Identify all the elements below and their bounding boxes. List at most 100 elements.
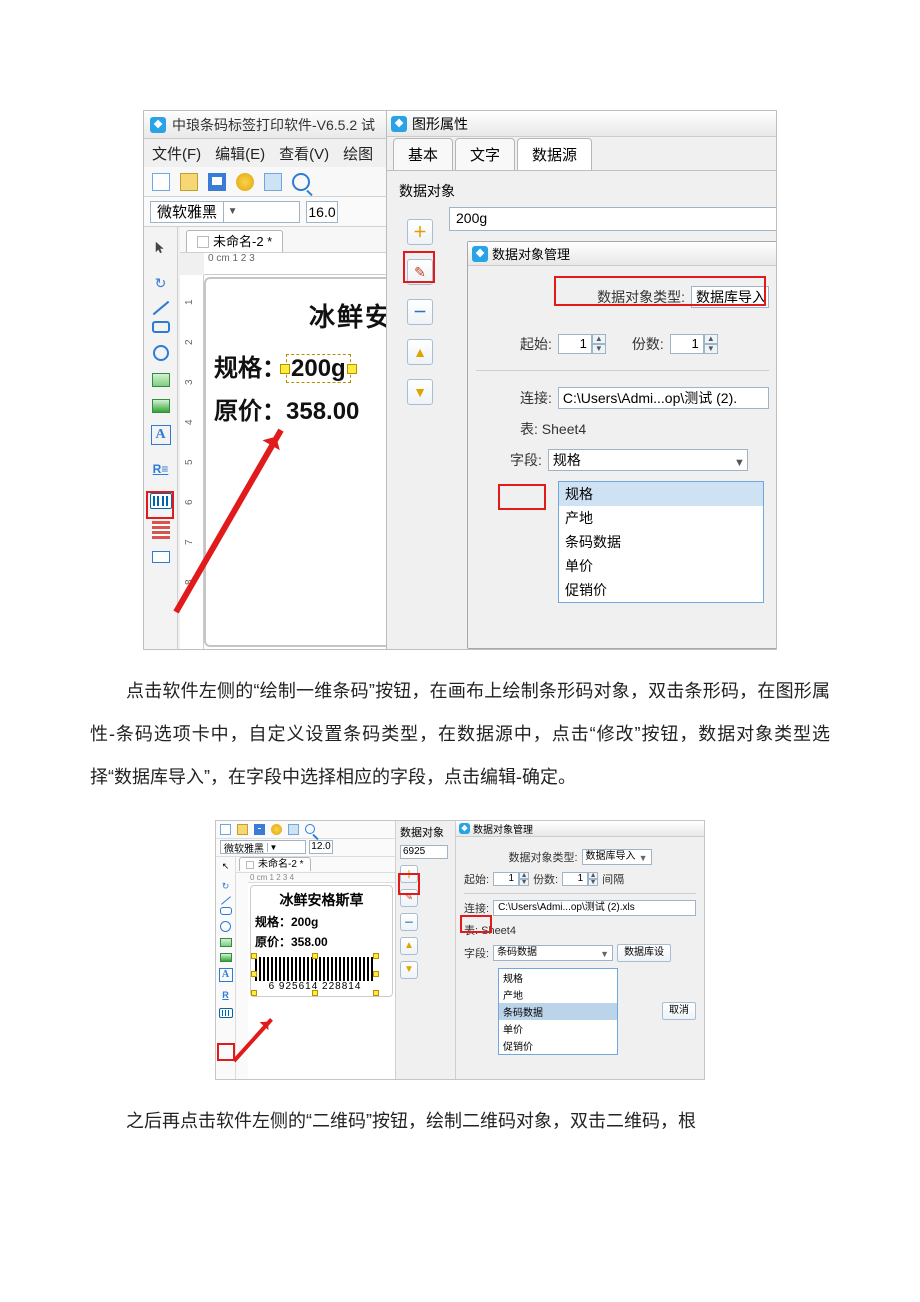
field-label: 字段:: [464, 945, 489, 961]
text-tool-icon[interactable]: A: [219, 968, 233, 982]
database-settings-button[interactable]: 数据库设: [617, 944, 671, 962]
zoom-icon[interactable]: [305, 824, 315, 834]
ellipse-tool-icon[interactable]: [220, 921, 231, 932]
select-tool-icon[interactable]: ↖: [219, 860, 233, 874]
field-option[interactable]: 条码数据: [559, 530, 763, 554]
select-tool-icon[interactable]: [149, 235, 173, 259]
line-tool-icon[interactable]: [221, 896, 231, 904]
menu-file[interactable]: 文件(F): [152, 143, 201, 164]
ds-header: 数据对象: [399, 181, 764, 201]
start-spinner[interactable]: 1▲▼: [558, 334, 606, 354]
price-label: 原价：: [214, 398, 286, 425]
font-name-combo[interactable]: 微软雅黑 ▼: [150, 201, 300, 223]
tab-basic[interactable]: 基本: [393, 138, 453, 170]
field-option[interactable]: 规格: [499, 969, 617, 986]
type-value[interactable]: 数据库导入: [691, 286, 769, 308]
image-tool-icon[interactable]: [152, 373, 170, 387]
add-button[interactable]: ＋: [407, 219, 433, 245]
menu-view[interactable]: 查看(V): [279, 143, 329, 164]
image-db-tool-icon[interactable]: [220, 953, 232, 962]
field-option[interactable]: 促销价: [559, 578, 763, 602]
settings-icon[interactable]: [271, 824, 282, 835]
richtext-tool-icon[interactable]: R: [219, 988, 233, 1002]
field-combo[interactable]: 条码数据▼: [493, 945, 613, 961]
pan-tool-icon[interactable]: ↻: [149, 271, 173, 295]
field-option[interactable]: 规格: [559, 482, 763, 506]
copies-spinner[interactable]: 1▲▼: [562, 872, 598, 886]
field-option[interactable]: 促销价: [499, 1037, 617, 1054]
type-combo[interactable]: 数据库导入▼: [582, 849, 652, 865]
field-option[interactable]: 单价: [499, 1020, 617, 1037]
richtext-tool-icon[interactable]: R≡: [149, 457, 173, 481]
edit-button[interactable]: ✎: [400, 889, 418, 907]
print-icon[interactable]: [264, 173, 282, 191]
field-option[interactable]: 产地: [499, 986, 617, 1003]
remove-button[interactable]: －: [400, 913, 418, 931]
spec-value-selected[interactable]: 200g: [286, 354, 351, 383]
copies-spinner[interactable]: 1▲▼: [670, 334, 718, 354]
new-icon[interactable]: [152, 173, 170, 191]
move-up-button[interactable]: ▲: [400, 937, 418, 955]
move-down-button[interactable]: ▼: [407, 379, 433, 405]
barcode-tool-icon[interactable]: [150, 493, 172, 509]
ds-header: 数据对象: [396, 821, 455, 843]
ds-value[interactable]: 6925: [400, 845, 448, 859]
start-spinner[interactable]: 1▲▼: [493, 872, 529, 886]
new-icon[interactable]: [220, 824, 231, 835]
cancel-button[interactable]: 取消: [662, 1002, 696, 1020]
qrcode-tool-icon[interactable]: [152, 521, 170, 539]
rect-tool-icon[interactable]: [152, 321, 170, 333]
text-tool-icon[interactable]: A: [151, 425, 171, 445]
document-tab[interactable]: 未命名-2 *: [239, 857, 311, 871]
barcode-tool-icon[interactable]: [219, 1008, 233, 1018]
tab-text[interactable]: 文字: [455, 138, 515, 170]
field-option[interactable]: 条码数据: [499, 1003, 617, 1020]
s2-canvas[interactable]: 冰鲜安格斯草 规格：200g 原价：358.00 6 925614 228814: [248, 883, 395, 1080]
move-up-button[interactable]: ▲: [407, 339, 433, 365]
conn-value[interactable]: C:\Users\Admi...op\测试 (2).xls: [493, 900, 696, 916]
print-icon[interactable]: [288, 824, 299, 835]
open-icon[interactable]: [237, 824, 248, 835]
field-combo[interactable]: 规格▼: [548, 449, 748, 471]
pan-tool-icon[interactable]: ↻: [219, 880, 233, 894]
remove-button[interactable]: －: [407, 299, 433, 325]
table-tool-icon[interactable]: [152, 551, 170, 563]
add-button[interactable]: ＋: [400, 865, 418, 883]
field-label: 字段:: [510, 450, 542, 470]
field-option[interactable]: 单价: [559, 554, 763, 578]
properties-dialog: ❖ 图形属性 基本 文字 数据源 数据对象 200g ＋ ✎ － ▲ ▼: [386, 111, 776, 650]
ds-list[interactable]: 200g: [449, 207, 777, 231]
document-tab[interactable]: 未命名-2 *: [186, 230, 283, 252]
child-dialog-body: 数据对象类型: 数据库导入 起始: 1▲▼ 份数: 1▲▼: [468, 266, 777, 613]
menu-edit[interactable]: 编辑(E): [215, 143, 265, 164]
edit-button[interactable]: ✎: [407, 259, 433, 285]
tab-datasource[interactable]: 数据源: [517, 138, 592, 170]
menu-draw[interactable]: 绘图: [343, 143, 373, 164]
image-tool-icon[interactable]: [220, 938, 232, 947]
s2-data-object-dialog: ❖ 数据对象管理 数据对象类型: 数据库导入▼ 起始: 1▲▼ 份数: 1▲▼ …: [456, 821, 704, 1080]
image-db-tool-icon[interactable]: [152, 399, 170, 413]
zoom-icon[interactable]: [292, 173, 310, 191]
move-down-button[interactable]: ▼: [400, 961, 418, 979]
field-dropdown-list[interactable]: 规格 产地 条码数据 单价 促销价: [498, 968, 618, 1055]
body-paragraph-1: 点击软件左侧的“绘制一维条码”按钮，在画布上绘制条形码对象，双击条形码，在图形属…: [90, 670, 830, 800]
font-size-input[interactable]: 12.0: [309, 840, 333, 854]
ellipse-tool-icon[interactable]: [153, 345, 169, 361]
body-paragraph-2: 之后再点击软件左侧的“二维码”按钮，绘制二维码对象，双击二维码，根: [90, 1100, 830, 1143]
conn-value[interactable]: C:\Users\Admi...op\测试 (2).: [558, 387, 769, 409]
field-option[interactable]: 产地: [559, 506, 763, 530]
save-icon[interactable]: [208, 173, 226, 191]
rect-tool-icon[interactable]: [220, 907, 232, 915]
settings-icon[interactable]: [236, 173, 254, 191]
doc-icon: [197, 236, 209, 248]
barcode-object[interactable]: 6 925614 228814: [255, 957, 375, 992]
field-dropdown-list[interactable]: 规格 产地 条码数据 单价 促销价: [558, 481, 764, 603]
line-tool-icon[interactable]: [152, 301, 169, 315]
app-title: 中琅条码标签打印软件-V6.5.2 试: [172, 115, 375, 135]
font-size-input[interactable]: 16.0: [306, 201, 338, 223]
dialog-icon: ❖: [459, 823, 470, 834]
label-card: 冰鲜安格斯草 规格：200g 原价：358.00 6 925614 228814: [250, 885, 393, 997]
font-name-combo[interactable]: 微软雅黑▼: [220, 840, 306, 854]
open-icon[interactable]: [180, 173, 198, 191]
save-icon[interactable]: [254, 824, 265, 835]
